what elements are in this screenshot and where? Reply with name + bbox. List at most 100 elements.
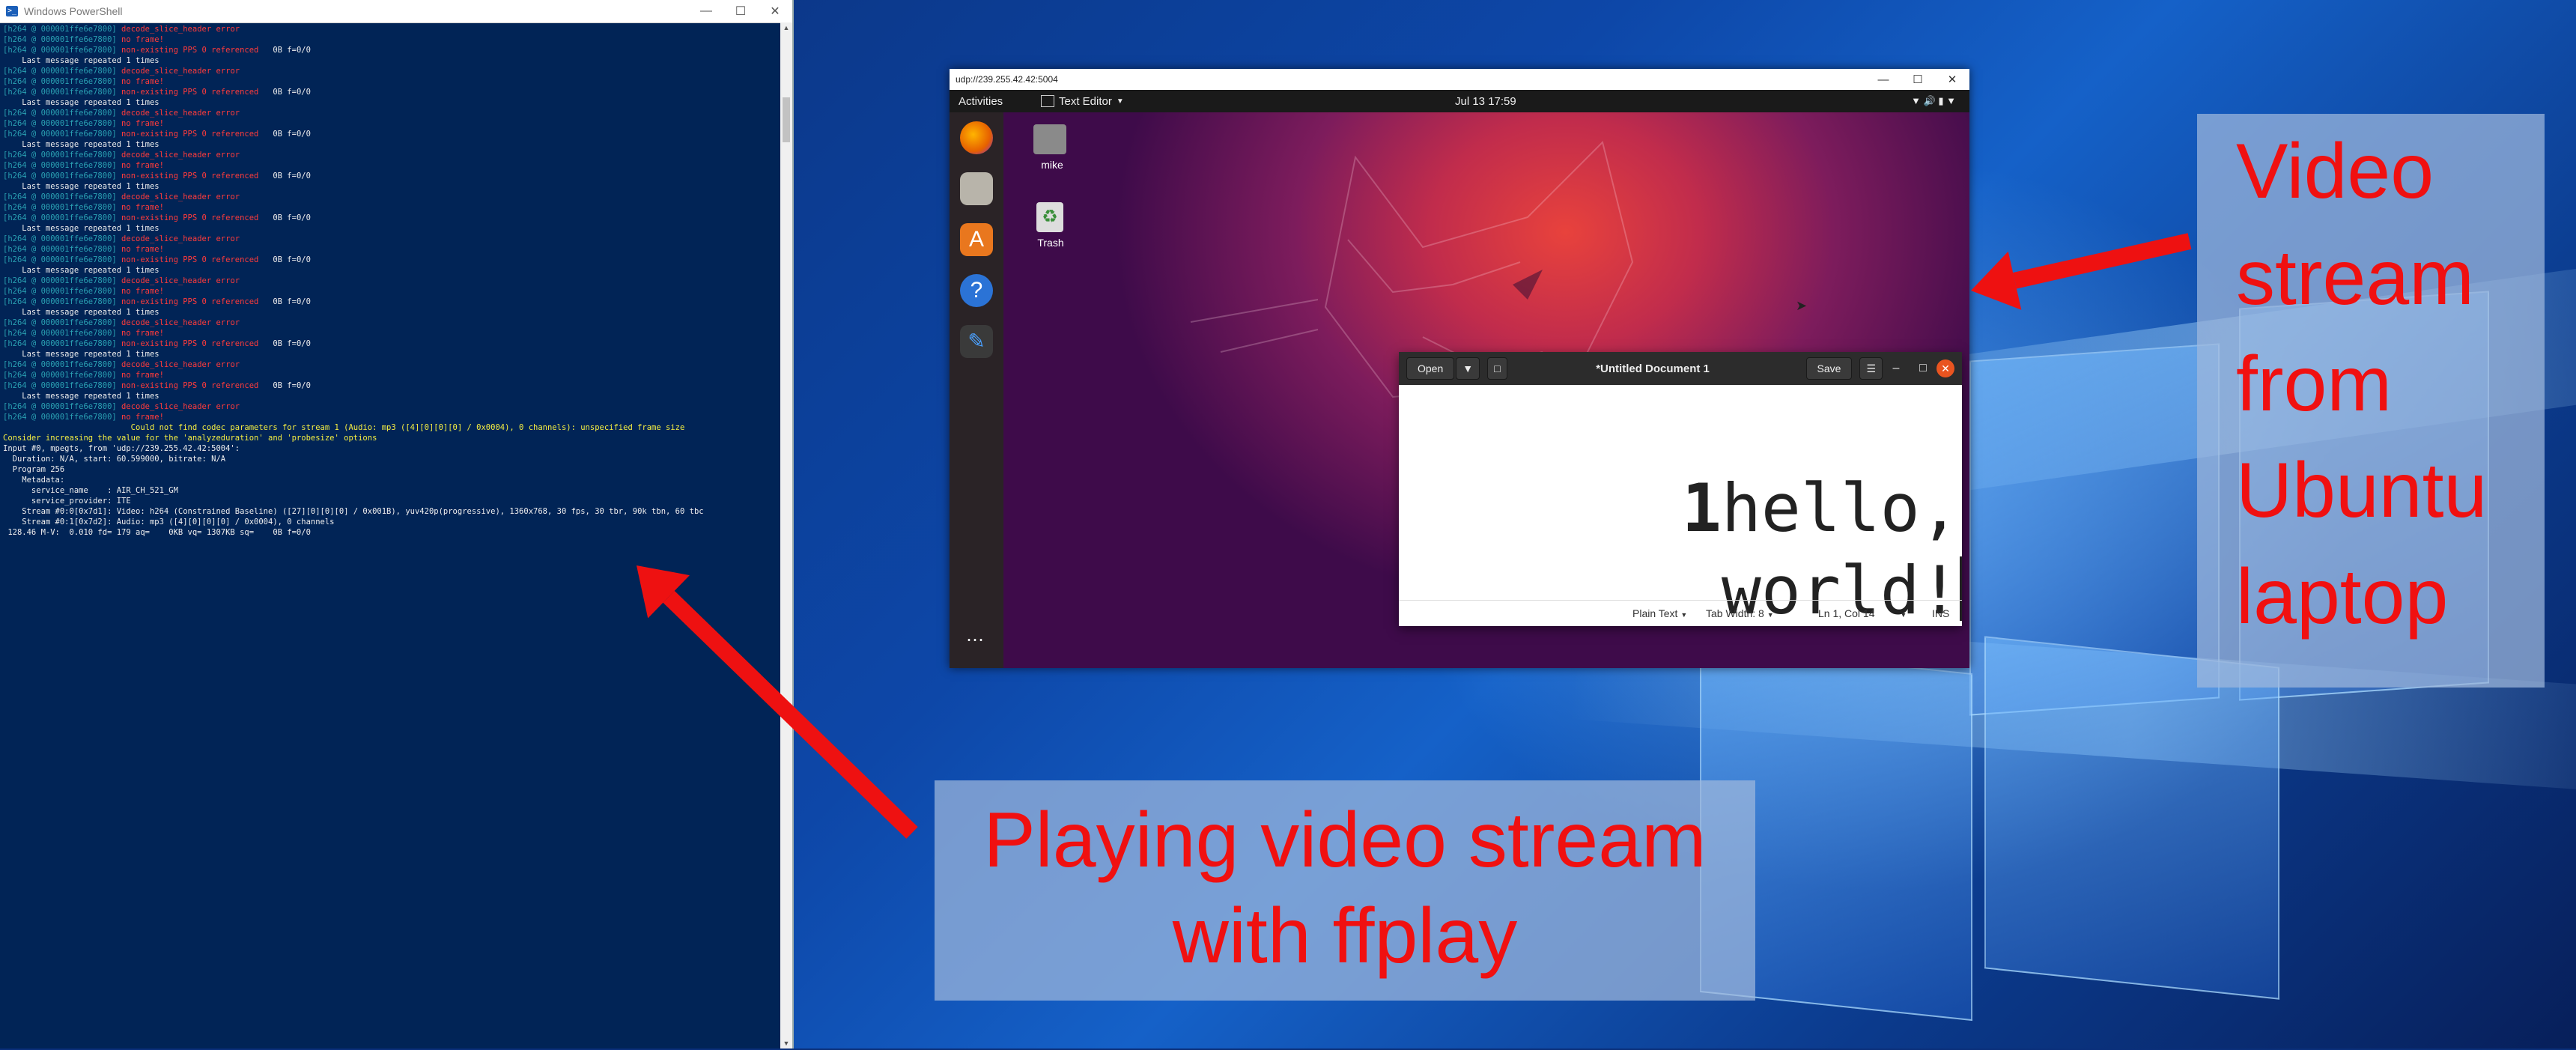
terminal-output[interactable]: [h264 @ 000001ffe6e7800] decode_slice_he… bbox=[0, 22, 782, 1050]
log-message: no frame! bbox=[121, 161, 164, 170]
maximize-button[interactable]: □ bbox=[1910, 362, 1936, 375]
terminal-line: Last message repeated 1 times bbox=[3, 97, 782, 108]
mouse-cursor-icon: ➤ bbox=[1796, 298, 1808, 313]
log-message: Last message repeated 1 times bbox=[3, 224, 160, 233]
log-message: 128.46 M-V: 0.010 fd= 179 aq= 0KB vq= 13… bbox=[3, 528, 311, 537]
log-message: no frame! bbox=[121, 287, 164, 296]
terminal-line: Metadata: bbox=[3, 475, 782, 485]
terminal-line: [h264 @ 000001ffe6e7800] no frame! bbox=[3, 244, 782, 255]
cursor-position[interactable]: Ln 1, Col 14 ▼ bbox=[1818, 607, 1907, 619]
terminal-line: [h264 @ 000001ffe6e7800] non-existing PP… bbox=[3, 255, 782, 265]
activities-button[interactable]: Activities bbox=[959, 95, 1041, 108]
log-message: decode_slice_header error bbox=[121, 67, 240, 76]
terminal-line: Last message repeated 1 times bbox=[3, 307, 782, 318]
desktop-icon-label: mike bbox=[1041, 159, 1063, 171]
document-title: *Untitled Document 1 bbox=[1596, 362, 1710, 375]
insert-mode[interactable]: INS bbox=[1932, 607, 1949, 619]
syntax-selector[interactable]: Plain Text ▼ bbox=[1632, 607, 1687, 619]
close-button[interactable]: ✕ bbox=[1935, 73, 1969, 86]
save-button[interactable]: Save bbox=[1805, 357, 1853, 380]
log-message: no frame! bbox=[121, 413, 164, 422]
log-prefix: [h264 @ 000001ffe6e7800] bbox=[3, 203, 122, 212]
open-button[interactable]: Open bbox=[1406, 357, 1455, 380]
minimize-button[interactable]: – bbox=[1883, 362, 1910, 375]
app-menu[interactable]: Text Editor bbox=[1059, 95, 1112, 108]
log-message: Last message repeated 1 times bbox=[3, 140, 160, 149]
scroll-up-icon[interactable]: ▲ bbox=[780, 24, 792, 31]
annotation-line: from bbox=[2236, 341, 2392, 428]
terminal-line: Last message repeated 1 times bbox=[3, 391, 782, 401]
terminal-line: [h264 @ 000001ffe6e7800] no frame! bbox=[3, 202, 782, 213]
gedit-window[interactable]: Open ▼ □ *Untitled Document 1 Save ☰ – □… bbox=[1399, 352, 1962, 629]
log-prefix: [h264 @ 000001ffe6e7800] bbox=[3, 25, 122, 34]
maximize-button[interactable]: ☐ bbox=[1901, 73, 1935, 86]
log-prefix: [h264 @ 000001ffe6e7800] bbox=[3, 381, 122, 390]
minimize-button[interactable]: — bbox=[1866, 73, 1901, 86]
log-message: Stream #0:0[0x7d1]: Video: h264 (Constra… bbox=[3, 507, 704, 516]
hamburger-menu-icon[interactable]: ☰ bbox=[1859, 357, 1883, 380]
log-message: Last message repeated 1 times bbox=[3, 392, 160, 401]
terminal-line: [h264 @ 000001ffe6e7800] decode_slice_he… bbox=[3, 66, 782, 76]
terminal-line: [h264 @ 000001ffe6e7800] no frame! bbox=[3, 118, 782, 129]
terminal-line: Last message repeated 1 times bbox=[3, 265, 782, 276]
terminal-line: Consider increasing the value for the 'a… bbox=[3, 433, 782, 443]
software-icon[interactable]: A bbox=[960, 223, 993, 256]
text-editor-icon[interactable]: ✎ bbox=[960, 325, 993, 358]
ubuntu-dock: A ? ✎ ⋯ bbox=[950, 112, 1003, 668]
apps-grid-icon[interactable]: ⋯ bbox=[966, 629, 985, 651]
home-folder-icon[interactable] bbox=[1033, 124, 1066, 154]
log-prefix: [h264 @ 000001ffe6e7800] bbox=[3, 329, 122, 338]
minimize-button[interactable]: — bbox=[689, 4, 723, 18]
system-tray-icons[interactable]: ▼ 🔊 ▮ ▼ bbox=[1911, 95, 1956, 107]
new-tab-icon[interactable]: □ bbox=[1487, 357, 1507, 380]
clock[interactable]: Jul 13 17:59 bbox=[1455, 95, 1516, 108]
files-icon[interactable] bbox=[960, 172, 993, 205]
powershell-window[interactable]: >_ Windows PowerShell — ☐ ✕ [h264 @ 0000… bbox=[0, 0, 794, 1049]
log-prefix: [h264 @ 000001ffe6e7800] bbox=[3, 172, 122, 180]
scrollbar-thumb[interactable] bbox=[783, 97, 790, 142]
log-prefix: [h264 @ 000001ffe6e7800] bbox=[3, 119, 122, 128]
log-prefix: [h264 @ 000001ffe6e7800] bbox=[3, 297, 122, 306]
scroll-down-icon[interactable]: ▼ bbox=[780, 1040, 792, 1047]
gedit-headerbar: Open ▼ □ *Untitled Document 1 Save ☰ – □… bbox=[1399, 352, 1962, 385]
log-message: Duration: N/A, start: 60.599000, bitrate… bbox=[3, 455, 226, 464]
terminal-line: service_provider: ITE bbox=[3, 496, 782, 506]
scrollbar[interactable]: ▲ ▼ bbox=[780, 22, 792, 1049]
log-message: Last message repeated 1 times bbox=[3, 182, 160, 191]
chevron-down-icon: ▼ bbox=[1900, 611, 1907, 619]
terminal-line: Last message repeated 1 times bbox=[3, 349, 782, 359]
powershell-titlebar[interactable]: >_ Windows PowerShell — ☐ ✕ bbox=[0, 0, 792, 23]
log-prefix: [h264 @ 000001ffe6e7800] bbox=[3, 255, 122, 264]
terminal-line: [h264 @ 000001ffe6e7800] non-existing PP… bbox=[3, 380, 782, 391]
terminal-line: [h264 @ 000001ffe6e7800] non-existing PP… bbox=[3, 339, 782, 349]
close-button[interactable]: ✕ bbox=[758, 4, 792, 19]
terminal-line: Stream #0:1[0x7d2]: Audio: mp3 ([4][0][0… bbox=[3, 517, 782, 527]
log-prefix: [h264 @ 000001ffe6e7800] bbox=[3, 151, 122, 160]
annotation-line: Ubuntu bbox=[2236, 447, 2488, 534]
tab-width-selector[interactable]: Tab Width: 8 ▼ bbox=[1706, 607, 1774, 619]
log-tail: 0B f=0/0 bbox=[258, 381, 311, 390]
open-menu-chevron-icon[interactable]: ▼ bbox=[1456, 357, 1480, 380]
log-message: no frame! bbox=[121, 329, 164, 338]
terminal-line: [h264 @ 000001ffe6e7800] decode_slice_he… bbox=[3, 192, 782, 202]
terminal-line: service_name : AIR_CH_521_GM bbox=[3, 485, 782, 496]
text-editor-area[interactable]: 1hello, world! bbox=[1399, 385, 1962, 629]
log-prefix: [h264 @ 000001ffe6e7800] bbox=[3, 213, 122, 222]
log-prefix: [h264 @ 000001ffe6e7800] bbox=[3, 46, 122, 55]
log-message: Could not find codec parameters for stre… bbox=[3, 423, 685, 432]
terminal-line: Last message repeated 1 times bbox=[3, 139, 782, 150]
trash-icon[interactable]: ♻ bbox=[1036, 202, 1063, 232]
help-icon[interactable]: ? bbox=[960, 274, 993, 307]
log-tail: 0B f=0/0 bbox=[258, 297, 311, 306]
close-button[interactable]: ✕ bbox=[1936, 359, 1954, 377]
powershell-icon: >_ bbox=[6, 6, 18, 16]
log-prefix: [h264 @ 000001ffe6e7800] bbox=[3, 77, 122, 86]
log-message: non-existing PPS 0 referenced bbox=[121, 130, 259, 139]
video-window-titlebar[interactable]: udp://239.255.42.42:5004 — ☐ ✕ bbox=[950, 69, 1969, 90]
log-message: decode_slice_header error bbox=[121, 109, 240, 118]
firefox-icon[interactable] bbox=[960, 121, 993, 154]
terminal-line: [h264 @ 000001ffe6e7800] non-existing PP… bbox=[3, 45, 782, 55]
annotation-video-stream: Video stream from Ubuntu laptop bbox=[2197, 114, 2545, 688]
maximize-button[interactable]: ☐ bbox=[723, 4, 758, 19]
log-message: decode_slice_header error bbox=[121, 234, 240, 243]
